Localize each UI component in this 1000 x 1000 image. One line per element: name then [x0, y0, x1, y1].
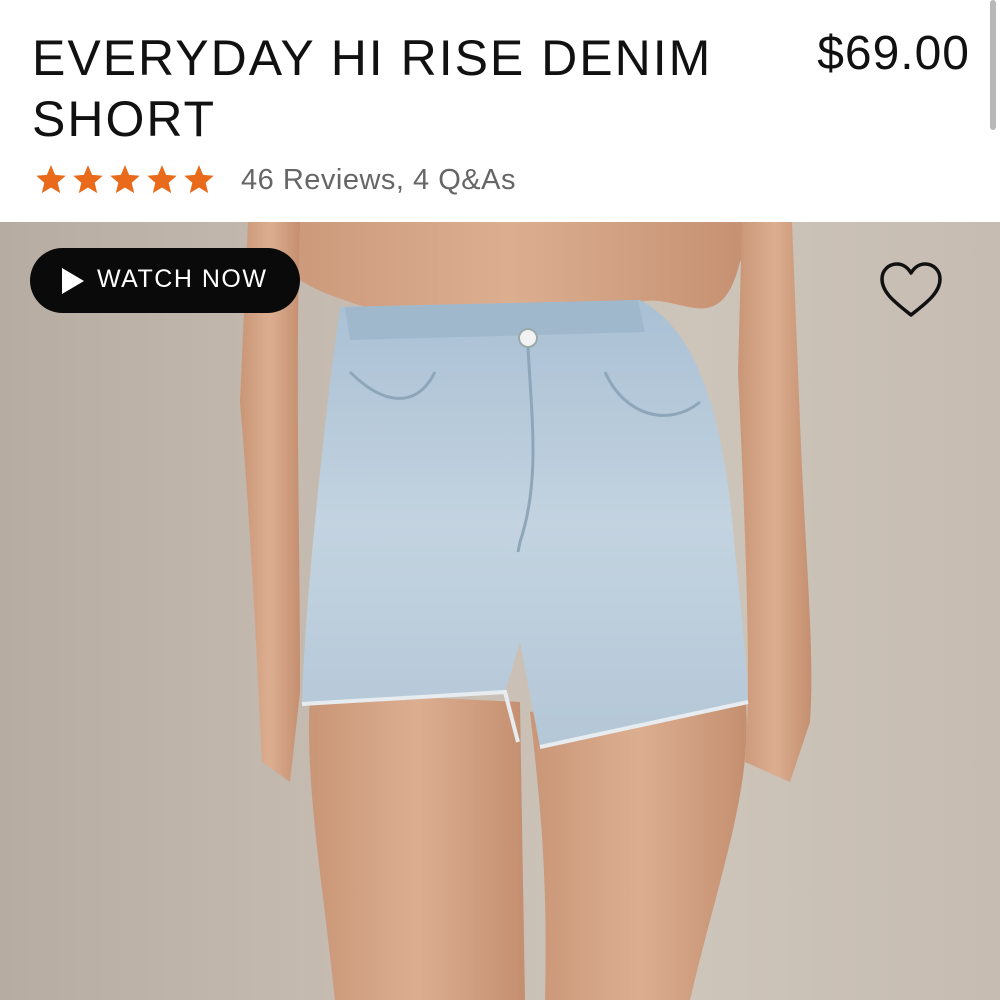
star-icon [110, 165, 140, 194]
watch-now-button[interactable]: WATCH NOW [30, 248, 300, 313]
product-gallery[interactable]: WATCH NOW [0, 222, 1000, 1000]
star-icon [73, 165, 103, 194]
star-icon [36, 165, 66, 194]
watch-now-label: WATCH NOW [97, 265, 268, 293]
play-icon [62, 268, 84, 294]
product-header: EVERYDAY HI RISE DENIM SHORT $69.00 46 R… [0, 0, 1000, 222]
reviews-link[interactable]: 46 Reviews, 4 Q&As [241, 164, 516, 197]
heart-icon[interactable] [876, 259, 946, 321]
product-price: $69.00 [817, 27, 970, 80]
product-photo [240, 222, 812, 1000]
star-icon [184, 165, 214, 194]
rating-row: 46 Reviews, 4 Q&As [33, 160, 516, 200]
star-rating [33, 163, 217, 197]
product-title: EVERYDAY HI RISE DENIM SHORT [32, 30, 713, 147]
star-icon [147, 165, 177, 194]
scrollbar[interactable] [990, 0, 996, 130]
